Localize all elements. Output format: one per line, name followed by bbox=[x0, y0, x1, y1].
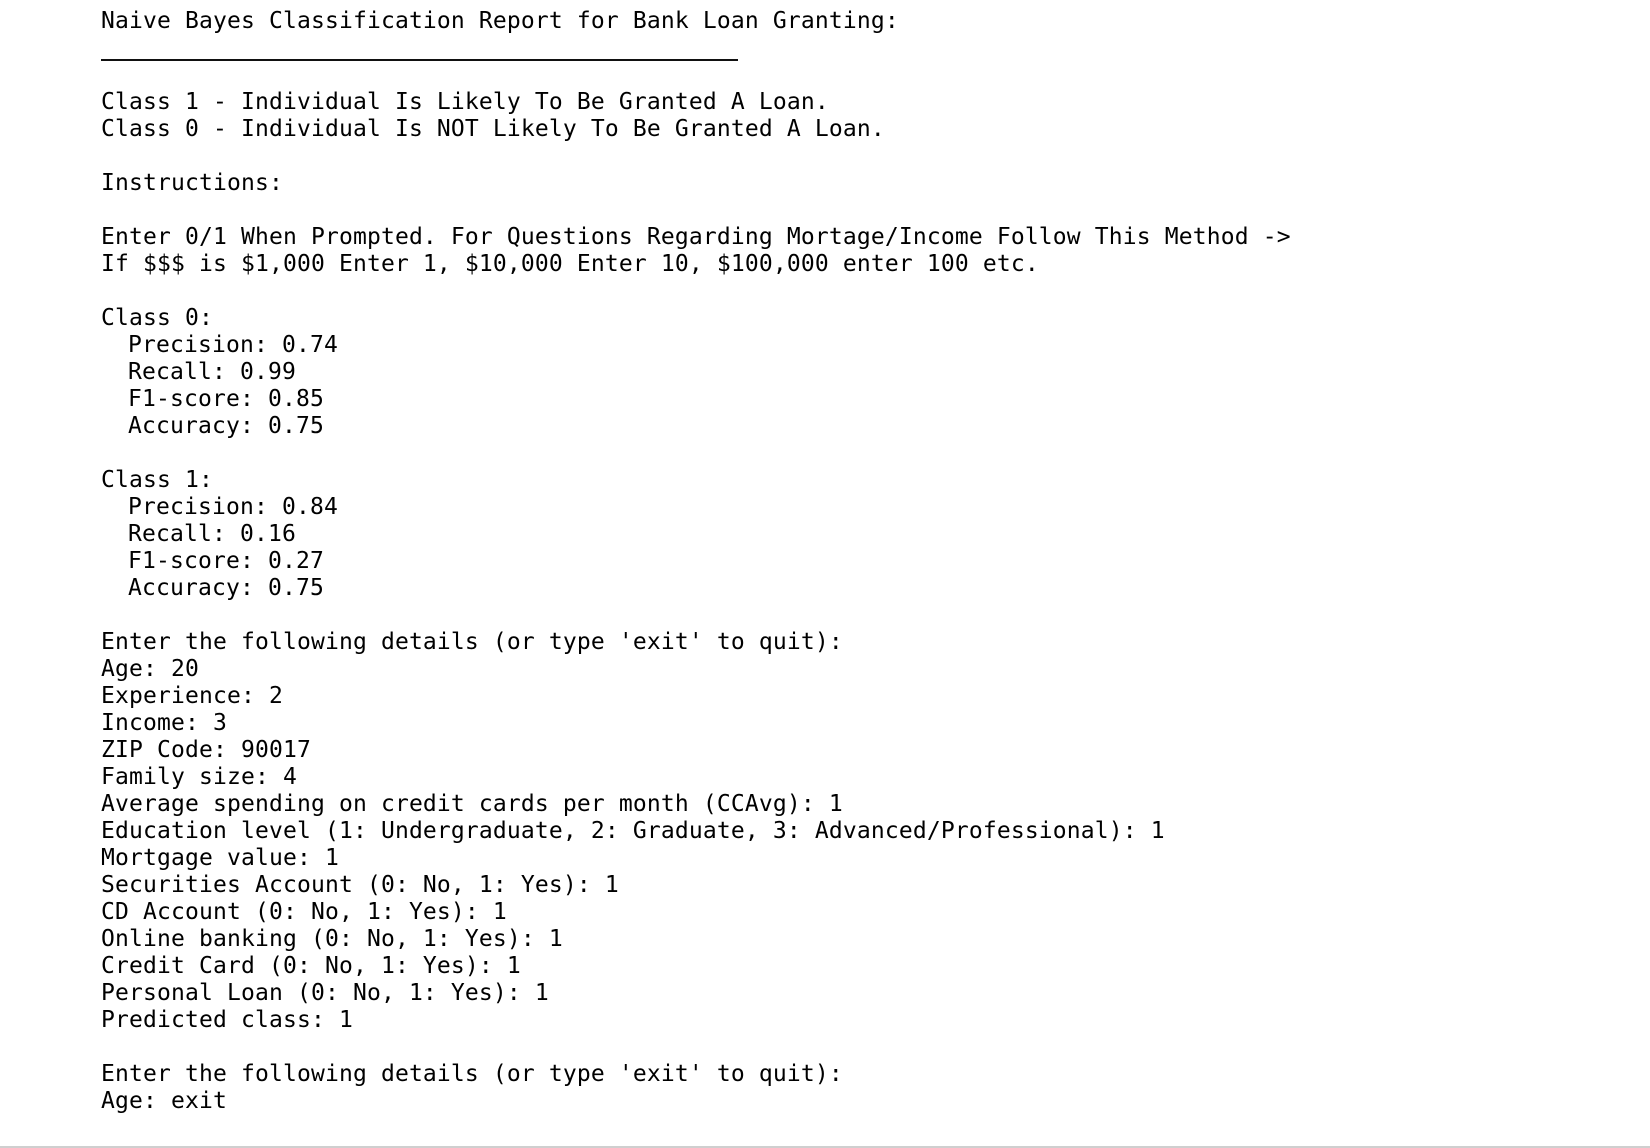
input-line-mortgage: Mortgage value: 1 bbox=[101, 845, 339, 871]
input-line-experience: Experience: 2 bbox=[101, 683, 283, 709]
class-1-accuracy: Accuracy: 0.75 bbox=[128, 575, 324, 601]
class-1-precision: Precision: 0.84 bbox=[128, 494, 338, 520]
instruction-line: If $$$ is $1,000 Enter 1, $10,000 Enter … bbox=[101, 251, 1039, 277]
input-line-education: Education level (1: Undergraduate, 2: Gr… bbox=[101, 818, 1165, 844]
input-line-income: Income: 3 bbox=[101, 710, 227, 736]
report-title: Naive Bayes Classification Report for Ba… bbox=[101, 8, 899, 34]
input-line-age: Age: 20 bbox=[101, 656, 199, 682]
input-prompt: Enter the following details (or type 'ex… bbox=[101, 1061, 843, 1087]
class-0-precision: Precision: 0.74 bbox=[128, 332, 338, 358]
input-line-ccavg: Average spending on credit cards per mon… bbox=[101, 791, 843, 817]
class-description: Class 0 - Individual Is NOT Likely To Be… bbox=[101, 116, 885, 142]
input-line-family-size: Family size: 4 bbox=[101, 764, 297, 790]
input-line-securities-account: Securities Account (0: No, 1: Yes): 1 bbox=[101, 872, 619, 898]
input-line-age[interactable]: Age: exit bbox=[101, 1088, 227, 1115]
class-1-recall: Recall: 0.16 bbox=[128, 521, 296, 547]
class-1-f1-score: F1-score: 0.27 bbox=[128, 548, 324, 574]
instructions-heading: Instructions: bbox=[101, 170, 283, 196]
input-line-credit-card: Credit Card (0: No, 1: Yes): 1 bbox=[101, 953, 521, 979]
class-0-heading: Class 0: bbox=[101, 305, 213, 331]
input-line-personal-loan: Personal Loan (0: No, 1: Yes): 1 bbox=[101, 980, 549, 1006]
class-description: Class 1 - Individual Is Likely To Be Gra… bbox=[101, 89, 829, 115]
class-0-f1-score: F1-score: 0.85 bbox=[128, 386, 324, 412]
input-line-cd-account: CD Account (0: No, 1: Yes): 1 bbox=[101, 899, 507, 925]
class-0-recall: Recall: 0.99 bbox=[128, 359, 296, 385]
terminal-output: Naive Bayes Classification Report for Ba… bbox=[0, 0, 1650, 1146]
title-underline bbox=[101, 59, 738, 61]
input-line-online-banking: Online banking (0: No, 1: Yes): 1 bbox=[101, 926, 563, 952]
class-0-accuracy: Accuracy: 0.75 bbox=[128, 413, 324, 439]
input-prompt: Enter the following details (or type 'ex… bbox=[101, 629, 843, 655]
input-line-zip-code: ZIP Code: 90017 bbox=[101, 737, 311, 763]
class-1-heading: Class 1: bbox=[101, 467, 213, 493]
predicted-class-output: Predicted class: 1 bbox=[101, 1007, 353, 1033]
instruction-line: Enter 0/1 When Prompted. For Questions R… bbox=[101, 224, 1291, 250]
